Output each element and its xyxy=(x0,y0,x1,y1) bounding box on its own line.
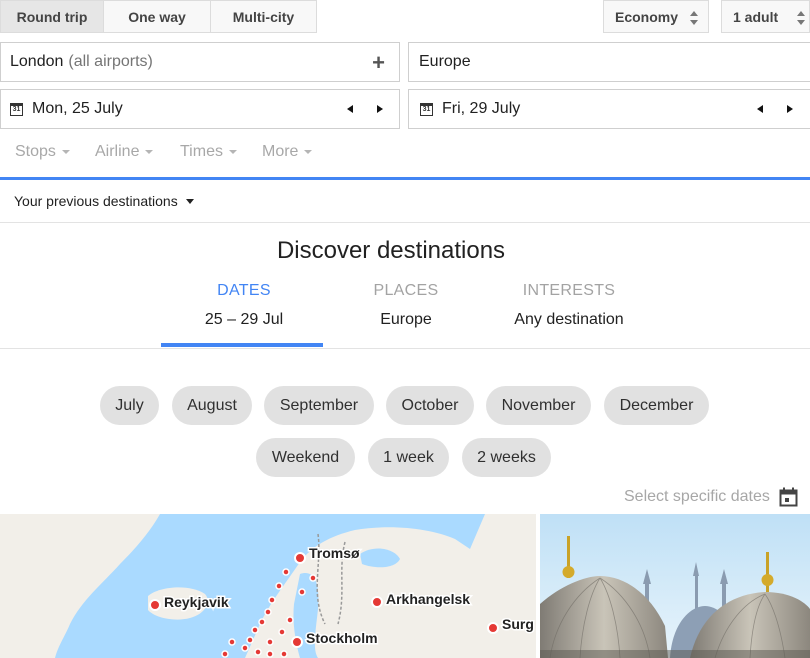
city-label: Arkhangelsk xyxy=(386,591,470,607)
stops-filter[interactable]: Stops xyxy=(15,143,70,161)
more-filter[interactable]: More xyxy=(262,143,313,161)
chip-november[interactable]: November xyxy=(486,386,591,425)
caret-down-icon xyxy=(61,150,70,154)
destination-value: Europe xyxy=(419,53,471,70)
round-trip-button[interactable]: Round trip xyxy=(0,0,104,33)
city-label: Tromsø xyxy=(309,545,360,561)
multi-city-button[interactable]: Multi-city xyxy=(211,0,317,33)
tab-dates[interactable]: DATES 25 – 29 Jul xyxy=(163,282,325,329)
passengers-select[interactable]: 1 adult xyxy=(721,0,810,33)
origin-city: London xyxy=(10,53,64,70)
calendar-icon xyxy=(779,487,798,507)
previous-destinations-dropdown[interactable]: Your previous destinations xyxy=(14,193,194,209)
cabin-class-select[interactable]: Economy xyxy=(603,0,709,33)
next-date-icon[interactable] xyxy=(787,105,793,113)
active-tab-indicator xyxy=(161,343,323,347)
caret-down-icon xyxy=(185,198,194,204)
chip-1-week[interactable]: 1 week xyxy=(368,438,449,477)
origin-detail: (all airports) xyxy=(68,53,153,70)
add-origin-icon[interactable]: + xyxy=(372,50,385,76)
map-city-arkhangelsk[interactable]: Arkhangelsk xyxy=(371,590,472,609)
passengers-value: 1 adult xyxy=(733,8,779,25)
caret-down-icon xyxy=(145,150,154,154)
chip-2-weeks[interactable]: 2 weeks xyxy=(462,438,551,477)
chip-weekend[interactable]: Weekend xyxy=(256,438,355,477)
chip-july[interactable]: July xyxy=(100,386,159,425)
chip-september[interactable]: September xyxy=(264,386,374,425)
tab-places[interactable]: PLACES Europe xyxy=(325,282,487,329)
city-label: Surg xyxy=(502,616,534,632)
chip-december[interactable]: December xyxy=(604,386,709,425)
previous-destinations-label: Your previous destinations xyxy=(14,193,178,209)
caret-down-icon xyxy=(304,150,313,154)
airline-filter[interactable]: Airline xyxy=(95,143,154,161)
calendar-icon: 31 xyxy=(420,102,433,116)
city-label: Reykjavik xyxy=(164,594,229,610)
next-date-icon[interactable] xyxy=(377,105,383,113)
tab-places-value: Europe xyxy=(380,311,432,328)
prev-date-icon[interactable] xyxy=(757,105,763,113)
prev-date-icon[interactable] xyxy=(347,105,353,113)
cabin-class-value: Economy xyxy=(615,8,679,25)
caret-down-icon xyxy=(228,150,237,154)
destination-field[interactable]: Europe xyxy=(408,42,810,82)
origin-field[interactable]: London (all airports) + xyxy=(0,42,400,82)
destination-photo[interactable] xyxy=(540,514,810,658)
more-filter-label: More xyxy=(262,143,299,160)
discover-title: Discover destinations xyxy=(276,237,506,264)
divider xyxy=(0,348,810,349)
airline-filter-label: Airline xyxy=(95,143,140,160)
destinations-map[interactable]: Tromsø Reykjavik Arkhangelsk Stockholm S… xyxy=(0,514,536,658)
updown-arrows-icon xyxy=(797,11,805,25)
stops-filter-label: Stops xyxy=(15,143,56,160)
depart-date-value: Mon, 25 July xyxy=(32,100,123,117)
map-canvas: Tromsø Reykjavik Arkhangelsk Stockholm S… xyxy=(0,514,536,658)
updown-arrows-icon xyxy=(690,11,698,25)
city-label: Stockholm xyxy=(306,630,378,646)
mosque-domes-image xyxy=(540,514,810,658)
return-date-value: Fri, 29 July xyxy=(442,100,521,117)
tab-interests[interactable]: INTERESTS Any destination xyxy=(488,282,650,329)
divider xyxy=(0,222,810,223)
chip-august[interactable]: August xyxy=(172,386,252,425)
depart-date-field[interactable]: 31 Mon, 25 July xyxy=(0,89,400,129)
calendar-icon: 31 xyxy=(10,102,23,116)
tab-interests-value: Any destination xyxy=(514,311,624,328)
tab-dates-heading: DATES xyxy=(217,282,271,299)
one-way-button[interactable]: One way xyxy=(104,0,211,33)
tab-interests-heading: INTERESTS xyxy=(522,282,616,299)
times-filter[interactable]: Times xyxy=(180,143,237,161)
section-divider xyxy=(0,177,810,180)
chip-october[interactable]: October xyxy=(386,386,474,425)
select-specific-dates-label: Select specific dates xyxy=(624,488,770,505)
return-date-field[interactable]: 31 Fri, 29 July xyxy=(408,89,810,129)
times-filter-label: Times xyxy=(180,143,223,160)
trip-type-selector: Round trip One way Multi-city xyxy=(0,0,317,33)
tab-dates-value: 25 – 29 Jul xyxy=(204,311,284,328)
tab-places-heading: PLACES xyxy=(373,282,439,299)
select-specific-dates-link[interactable]: Select specific dates xyxy=(624,487,798,507)
